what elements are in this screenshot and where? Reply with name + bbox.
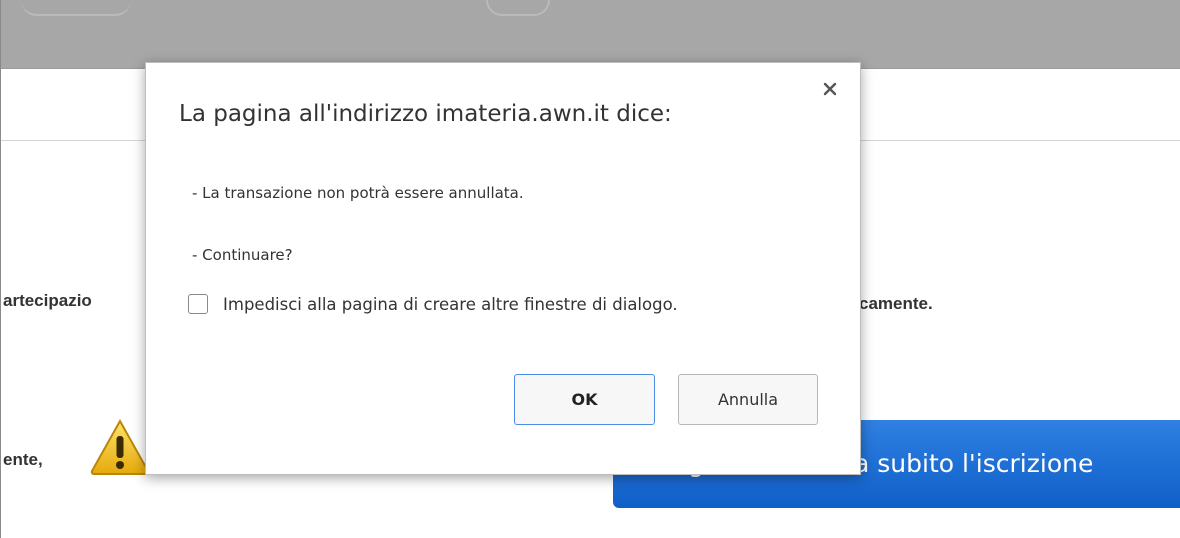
dialog-title: La pagina all'indirizzo imateria.awn.it … [179,101,672,127]
page-text-participation: artecipazio [3,291,92,310]
header-ghost-shape [21,0,131,16]
ok-button[interactable]: OK [514,374,655,425]
suppress-dialogs-option[interactable]: Impedisci alla pagina di creare altre fi… [188,294,678,314]
page-text-automatically: camente. [859,294,933,313]
cancel-button[interactable]: Annulla [678,374,818,425]
page-header-bar [1,0,1180,69]
close-icon [823,82,837,96]
confirm-dialog: La pagina all'indirizzo imateria.awn.it … [145,62,861,475]
dialog-close-button[interactable] [818,77,842,101]
dialog-message-1: - La transazione non potrà essere annull… [192,184,524,202]
dialog-message-2: - Continuare? [192,246,293,264]
warning-icon [90,418,150,475]
header-ghost-shape-2 [486,0,550,16]
suppress-dialogs-checkbox[interactable] [188,294,208,314]
page-text-greeting: ente, [3,450,43,469]
suppress-dialogs-label: Impedisci alla pagina di creare altre fi… [223,294,678,314]
